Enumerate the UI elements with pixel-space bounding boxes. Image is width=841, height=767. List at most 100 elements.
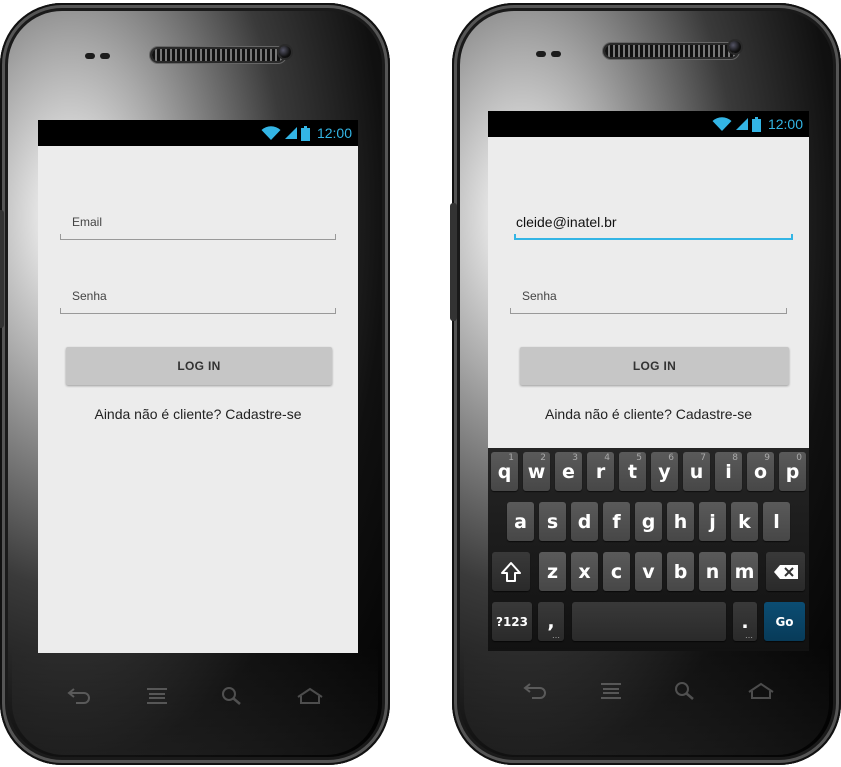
key-hint: 9 [764,453,770,463]
front-camera [729,41,741,53]
soft-keyboard: q1w2e3r4t5y6u7i8o9p0 asdfghjkl zxcvbnm ?… [488,448,809,651]
key-q[interactable]: q1 [491,452,518,491]
key-label: u [689,460,704,483]
hardware-nav-bar [496,676,801,706]
key-g[interactable]: g [635,502,662,541]
light-sensor [551,51,561,57]
search-icon[interactable] [674,681,696,701]
status-bar: 12:00 [488,111,809,137]
key-x[interactable]: x [571,552,598,591]
key-label: v [642,560,655,583]
signal-icon [284,127,297,139]
key-label: p [785,460,800,483]
key-label: r [595,460,606,483]
key-label: a [514,510,527,533]
volume-button [0,210,4,328]
key-hint: 7 [700,453,706,463]
front-camera [279,46,291,58]
key-s[interactable]: s [539,502,566,541]
battery-icon [300,125,310,141]
period-key[interactable]: . … [733,602,757,641]
home-icon[interactable] [296,687,324,705]
key-l[interactable]: l [763,502,790,541]
menu-icon[interactable] [145,686,169,706]
shift-key[interactable] [492,552,530,591]
key-i[interactable]: i8 [715,452,742,491]
key-f[interactable]: f [603,502,630,541]
menu-icon[interactable] [599,681,623,701]
password-field[interactable]: Senha [72,289,107,303]
key-c[interactable]: c [603,552,630,591]
login-button[interactable]: LOG IN [520,347,789,385]
search-icon[interactable] [221,686,243,706]
key-label: e [562,460,575,483]
volume-button [450,203,457,321]
key-n[interactable]: n [699,552,726,591]
key-b[interactable]: b [667,552,694,591]
home-icon[interactable] [747,682,775,700]
key-t[interactable]: t5 [619,452,646,491]
key-p[interactable]: p0 [779,452,806,491]
key-label: b [673,560,688,583]
key-m[interactable]: m [731,552,758,591]
keyboard-row-4: ?123 , … . … Go [488,602,809,642]
wifi-icon [712,117,732,131]
comma-key-label: , [547,610,555,633]
login-button[interactable]: LOG IN [66,347,332,385]
key-a[interactable]: a [507,502,534,541]
signup-link[interactable]: Ainda não é cliente? Cadastre-se [38,406,358,422]
key-v[interactable]: v [635,552,662,591]
key-label: q [497,460,512,483]
key-r[interactable]: r4 [587,452,614,491]
shift-icon [501,561,521,582]
key-k[interactable]: k [731,502,758,541]
signup-link[interactable]: Ainda não é cliente? Cadastre-se [488,406,809,422]
symbols-key[interactable]: ?123 [492,602,532,641]
key-label: w [527,460,546,483]
email-field[interactable]: Email [72,215,102,229]
key-label: k [738,510,751,533]
key-hint: 0 [796,453,802,463]
period-key-sub: … [745,631,753,640]
back-icon[interactable] [522,682,548,700]
key-u[interactable]: u7 [683,452,710,491]
period-key-label: . [741,610,749,633]
key-label: z [546,560,559,583]
key-hint: 4 [604,453,610,463]
key-label: x [578,560,591,583]
key-label: h [673,510,688,533]
screen-left: 12:00 Email Senha LOG IN Ainda não é cli… [38,120,358,653]
status-time: 12:00 [316,125,352,141]
comma-key-sub: … [552,631,560,640]
light-sensor [100,53,110,59]
phone-right: 12:00 cleide@inatel.br Senha LOG IN Aind… [450,3,841,765]
key-label: m [734,560,755,583]
key-label: c [610,560,623,583]
email-field[interactable]: cleide@inatel.br [516,214,617,230]
backspace-icon [773,564,798,579]
key-label: g [641,510,656,533]
key-o[interactable]: o9 [747,452,774,491]
backspace-key[interactable] [766,552,805,591]
signal-icon [735,118,748,130]
keyboard-row-2: asdfghjkl [488,502,809,542]
back-icon[interactable] [66,687,92,705]
earpiece-speaker [152,49,284,61]
email-underline [60,234,336,240]
key-z[interactable]: z [539,552,566,591]
password-field[interactable]: Senha [522,289,557,303]
key-d[interactable]: d [571,502,598,541]
key-label: n [705,560,720,583]
space-key[interactable] [572,602,726,641]
comma-key[interactable]: , … [538,602,564,641]
key-label: o [753,460,768,483]
proximity-sensor [85,53,95,59]
key-j[interactable]: j [699,502,726,541]
key-e[interactable]: e3 [555,452,582,491]
key-w[interactable]: w2 [523,452,550,491]
go-key[interactable]: Go [764,602,805,641]
key-y[interactable]: y6 [651,452,678,491]
key-h[interactable]: h [667,502,694,541]
battery-icon [751,116,761,132]
key-label: j [709,510,716,533]
